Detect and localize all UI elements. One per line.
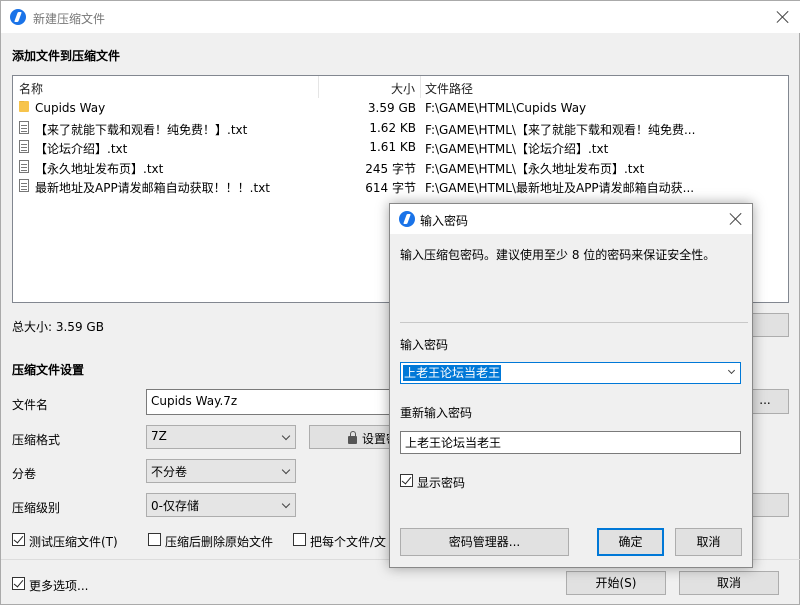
file-size: 1.61 KB	[369, 140, 416, 154]
file-size: 1.62 KB	[369, 120, 416, 135]
total-size: 总大小: 3.59 GB	[12, 320, 104, 334]
level-label: 压缩级别	[12, 501, 61, 515]
title-bar: 新建压缩文件	[1, 1, 800, 33]
file-path: F:\GAME\HTML\【永久地址发布页】.txt	[425, 161, 645, 176]
show-password-checkbox[interactable]	[400, 474, 413, 487]
password-manager-button[interactable]: 密码管理器...	[400, 528, 569, 556]
file-name: 【论坛介绍】.txt	[35, 142, 128, 156]
test-archive-label: 测试压缩文件(T)	[29, 535, 118, 549]
file-path: F:\GAME\HTML\【来了就能下载和观看！纯免费...	[425, 122, 696, 137]
start-button[interactable]: 开始(S)	[566, 571, 666, 595]
more-options-checkbox[interactable]	[12, 577, 25, 590]
ok-button[interactable]: 确定	[597, 528, 664, 556]
app-logo-icon	[10, 9, 26, 25]
more-options-label: 更多选项...	[29, 579, 89, 593]
delete-original-checkbox[interactable]	[148, 533, 161, 546]
dialog-title-bar: 输入密码	[390, 204, 752, 234]
file-row[interactable]: 最新地址及APP请发邮箱自动获取！！！.txt 614 字节 F:\GAME\HTM…	[13, 177, 788, 196]
file-name: 【来了就能下载和观看！纯免费！】.txt	[35, 122, 248, 137]
ellipsis-text: ...	[759, 393, 771, 407]
repeat-password-label: 重新输入密码	[400, 406, 473, 420]
password-dialog: 输入密码 输入压缩包密码。建议使用至少 8 位的密码来保证安全性。 输入密码 上…	[389, 203, 753, 568]
delete-original-label: 压缩后删除原始文件	[165, 535, 274, 549]
password-value: 上老王论坛当老王	[403, 365, 502, 381]
dialog-close-icon[interactable]	[729, 212, 743, 226]
file-name: 【永久地址发布页】.txt	[35, 161, 164, 176]
dialog-info-text: 输入压缩包密码。建议使用至少 8 位的密码来保证安全性。	[400, 248, 716, 262]
volume-label: 分卷	[12, 467, 37, 481]
file-list-header: 名称 大小 文件路径	[13, 76, 788, 98]
file-icon	[19, 140, 29, 153]
filename-input[interactable]: Cupids Way.7z	[146, 389, 396, 415]
level-value: 0-仅存储	[151, 499, 199, 513]
filename-label: 文件名	[12, 398, 49, 412]
file-path: F:\GAME\HTML\【论坛介绍】.txt	[425, 142, 609, 156]
column-name[interactable]: 名称	[19, 80, 43, 97]
file-size: 245 字节	[365, 161, 416, 176]
format-label: 压缩格式	[12, 433, 61, 447]
lock-icon	[348, 431, 357, 444]
dialog-logo-icon	[399, 211, 415, 227]
test-archive-checkbox[interactable]	[12, 533, 25, 546]
set-password-button[interactable]: 设置密	[309, 425, 398, 449]
folder-icon	[19, 101, 29, 112]
file-name: Cupids Way	[35, 101, 106, 115]
each-file-checkbox[interactable]	[293, 533, 306, 546]
volume-select[interactable]: 不分卷	[146, 459, 296, 483]
add-files-heading: 添加文件到压缩文件	[12, 49, 121, 63]
volume-value: 不分卷	[151, 465, 188, 479]
file-path: F:\GAME\HTML\Cupids Way	[425, 101, 587, 115]
file-size: 3.59 GB	[367, 101, 416, 115]
file-row[interactable]: Cupids Way 3.59 GB F:\GAME\HTML\Cupids Way	[13, 99, 788, 118]
settings-heading: 压缩文件设置	[12, 363, 85, 377]
file-row[interactable]: 【来了就能下载和观看！纯免费！】.txt 1.62 KB F:\GAME\HTML\…	[13, 119, 788, 138]
dialog-cancel-button[interactable]: 取消	[675, 528, 742, 556]
cancel-button[interactable]: 取消	[679, 571, 779, 595]
file-row[interactable]: 【论坛介绍】.txt 1.61 KB F:\GAME\HTML\【论坛介绍】.txt	[13, 138, 788, 157]
format-value: 7Z	[151, 429, 167, 443]
dialog-title: 输入密码	[420, 214, 469, 228]
column-size[interactable]: 大小	[391, 80, 415, 97]
password-input[interactable]: 上老王论坛当老王	[400, 362, 741, 384]
dialog-info-panel: 输入压缩包密码。建议使用至少 8 位的密码来保证安全性。	[390, 234, 752, 324]
password-label: 输入密码	[400, 338, 449, 352]
file-path: F:\GAME\HTML\最新地址及APP请发邮箱自动获...	[425, 181, 695, 195]
file-size: 614 字节	[365, 181, 416, 195]
column-path[interactable]: 文件路径	[425, 80, 473, 97]
file-icon	[19, 179, 29, 192]
format-select[interactable]: 7Z	[146, 425, 296, 449]
file-icon	[19, 159, 29, 173]
file-name: 最新地址及APP请发邮箱自动获取！！！.txt	[35, 181, 271, 195]
chevron-down-icon[interactable]	[727, 366, 736, 375]
repeat-password-input[interactable]: 上老王论坛当老王	[400, 431, 741, 454]
each-file-label: 把每个文件/文	[310, 535, 387, 549]
close-icon[interactable]	[776, 10, 790, 24]
level-select[interactable]: 0-仅存储	[146, 493, 296, 517]
file-row[interactable]: 【永久地址发布页】.txt 245 字节 F:\GAME\HTML\【永久地址发布页…	[13, 158, 788, 177]
window-title: 新建压缩文件	[33, 12, 106, 26]
show-password-label: 显示密码	[417, 476, 466, 490]
file-icon	[19, 120, 29, 134]
dialog-divider	[400, 322, 748, 323]
